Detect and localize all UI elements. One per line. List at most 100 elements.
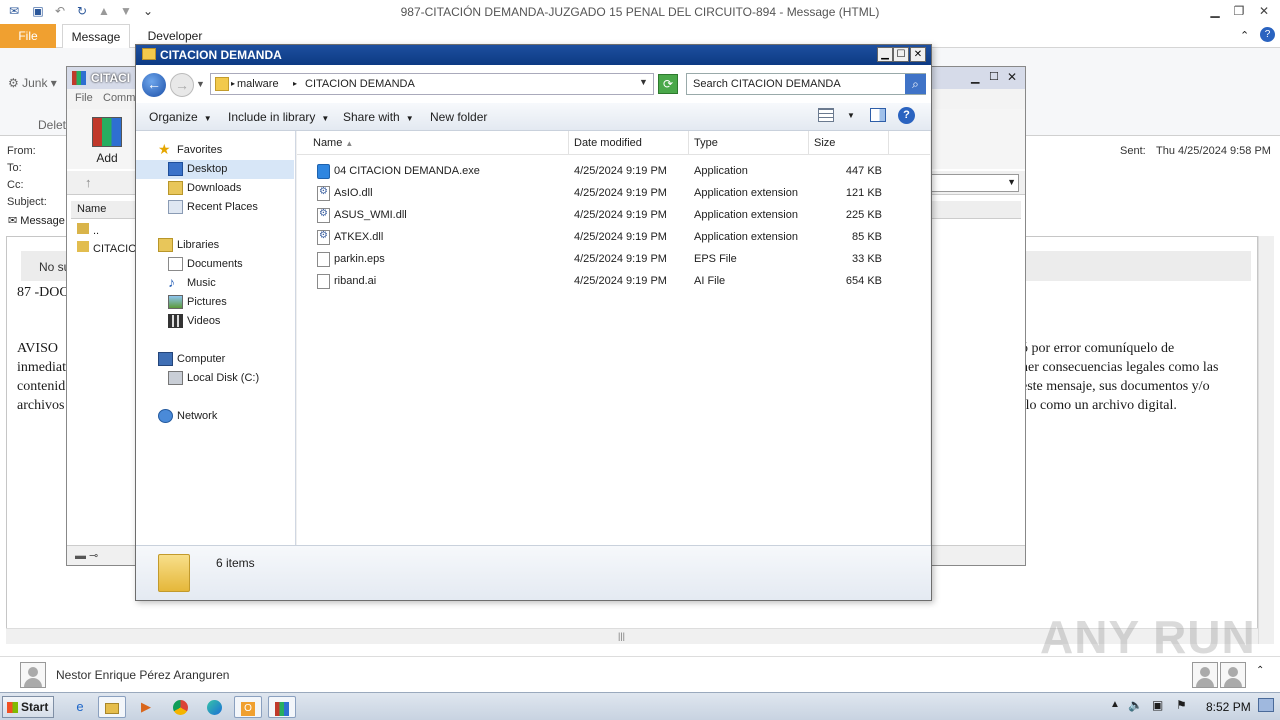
nav-documents[interactable]: Documents <box>136 255 294 274</box>
ie-icon[interactable]: e <box>66 696 94 718</box>
nav-favorites[interactable]: ★ Favorites <box>136 141 294 160</box>
minimize-button[interactable]: ▁ <box>877 47 893 62</box>
column-name[interactable]: Name <box>77 203 106 215</box>
nav-pictures[interactable]: Pictures <box>136 293 294 312</box>
file-row[interactable]: ATKEX.dll 4/25/2024 9:19 PM Application … <box>297 227 930 249</box>
preview-pane-icon[interactable] <box>870 108 886 122</box>
down-arrow-icon[interactable]: ▼ <box>118 3 134 19</box>
up-arrow-icon[interactable]: ▲ <box>96 3 112 19</box>
forward-button[interactable]: → <box>170 73 194 97</box>
file-row[interactable]: 04 CITACION DEMANDA.exe 4/25/2024 9:19 P… <box>297 161 930 183</box>
outlook-icon: O <box>241 701 255 716</box>
nav-local-disk[interactable]: Local Disk (C:) <box>136 369 294 388</box>
menu-commands[interactable]: Comm <box>103 92 135 104</box>
undo-icon[interactable]: ↶ <box>52 3 68 19</box>
nav-videos[interactable]: Videos <box>136 312 294 331</box>
organize-button[interactable]: Organize ▼ <box>149 110 212 124</box>
explorer-taskbar-icon[interactable] <box>98 696 126 718</box>
column-size[interactable]: Size <box>809 131 889 155</box>
nav-libraries[interactable]: Libraries <box>136 236 294 255</box>
search-input[interactable]: Search CITACION DEMANDA ⌕ <box>686 73 926 95</box>
history-dropdown-icon[interactable]: ▼ <box>196 79 205 89</box>
up-folder-icon[interactable]: ↑ <box>85 175 92 190</box>
speaker-icon[interactable]: 🔈 <box>1128 698 1143 712</box>
sender-name[interactable]: Nestor Enrique Pérez Aranguren <box>56 668 229 682</box>
maximize-button[interactable]: ❐ <box>1230 3 1248 19</box>
share-with-button[interactable]: Share with ▼ <box>343 110 414 124</box>
list-item[interactable]: .. <box>77 223 99 237</box>
show-desktop-icon[interactable] <box>1258 698 1274 712</box>
junk-button[interactable]: ⚙ Junk ▾ <box>8 76 57 90</box>
add-button[interactable]: Add <box>89 117 125 165</box>
view-options-icon[interactable] <box>818 108 834 122</box>
save-icon[interactable]: ▣ <box>30 3 46 19</box>
column-type[interactable]: Type <box>689 131 809 155</box>
tab-file[interactable]: File <box>0 24 56 48</box>
file-row[interactable]: riband.ai 4/25/2024 9:19 PM AI File 654 … <box>297 271 930 293</box>
collapse-ribbon-icon[interactable]: ⌃ <box>1240 29 1249 42</box>
junk-icon: ⚙ <box>8 76 19 90</box>
file-row[interactable]: AsIO.dll 4/25/2024 9:19 PM Application e… <box>297 183 930 205</box>
maximize-button[interactable]: ☐ <box>893 47 909 62</box>
file-row[interactable]: parkin.eps 4/25/2024 9:19 PM EPS File 33… <box>297 249 930 271</box>
breadcrumb-citacion-demanda[interactable]: CITACION DEMANDA <box>305 78 415 90</box>
search-icon[interactable]: ⌕ <box>905 74 926 94</box>
chrome-logo <box>172 700 188 716</box>
close-button[interactable]: ✕ <box>910 47 926 62</box>
menu-file[interactable]: File <box>75 92 93 104</box>
path-dropdown[interactable]: ▼ <box>929 174 1019 192</box>
customize-qat-icon[interactable]: ⌄ <box>140 3 156 19</box>
avatar[interactable] <box>1192 662 1218 688</box>
media-player-icon[interactable]: ▶ <box>132 696 160 718</box>
chevron-right-icon[interactable]: ▸ <box>293 79 297 88</box>
chevron-down-icon[interactable]: ▼ <box>639 77 648 87</box>
outlook-taskbar-icon[interactable]: O <box>234 696 262 718</box>
help-icon[interactable]: ? <box>1260 27 1275 42</box>
column-name[interactable]: Name ▲ <box>308 131 569 155</box>
refresh-button[interactable]: ⟳ <box>658 74 678 94</box>
nav-recent-places[interactable]: Recent Places <box>136 198 294 217</box>
edge-icon[interactable] <box>200 696 228 718</box>
chevron-right-icon[interactable]: ▸ <box>231 79 235 88</box>
list-item[interactable]: CITACIO <box>77 241 137 255</box>
share-label: Share with <box>343 110 400 124</box>
avatar[interactable] <box>1220 662 1246 688</box>
winrar-taskbar-icon[interactable] <box>268 696 296 718</box>
start-button[interactable]: Start <box>2 696 54 718</box>
maximize-button[interactable]: ☐ <box>989 70 999 83</box>
music-icon: ♪ <box>168 274 175 290</box>
vertical-scrollbar[interactable] <box>1258 236 1274 644</box>
nav-computer[interactable]: Computer <box>136 350 294 369</box>
include-in-library-button[interactable]: Include in library ▼ <box>228 110 329 124</box>
help-icon[interactable]: ? <box>898 107 915 124</box>
redo-icon[interactable]: ↻ <box>74 3 90 19</box>
nav-music[interactable]: ♪ Music <box>136 274 294 293</box>
minimize-button[interactable]: ▁ <box>1206 3 1224 19</box>
action-center-icon[interactable]: ⚑ <box>1176 698 1187 712</box>
body-line: inmediat <box>17 360 66 375</box>
file-size: 85 KB <box>852 231 882 243</box>
message-tab[interactable]: ✉ Message <box>8 214 65 227</box>
column-date[interactable]: Date modified <box>569 131 689 155</box>
avatar[interactable] <box>20 662 46 688</box>
clock[interactable]: 8:52 PM <box>1206 700 1251 714</box>
show-hidden-icons[interactable]: ▲ <box>1110 699 1120 710</box>
breadcrumb-malware[interactable]: malware <box>237 78 279 90</box>
file-size: 447 KB <box>845 165 882 177</box>
new-folder-button[interactable]: New folder <box>430 110 487 124</box>
file-row[interactable]: ASUS_WMI.dll 4/25/2024 9:19 PM Applicati… <box>297 205 930 227</box>
address-bar[interactable]: ▸ malware ▸ CITACION DEMANDA ▼ <box>210 73 654 95</box>
nav-desktop[interactable]: Desktop <box>136 160 294 179</box>
books-icon <box>92 117 122 147</box>
chrome-icon[interactable] <box>166 696 194 718</box>
nav-downloads[interactable]: Downloads <box>136 179 294 198</box>
tab-message[interactable]: Message <box>62 24 130 49</box>
chevron-down-icon[interactable]: ▼ <box>847 111 855 120</box>
close-button[interactable]: ✕ <box>1007 70 1017 84</box>
close-button[interactable]: ✕ <box>1255 3 1273 19</box>
nav-network[interactable]: Network <box>136 407 294 426</box>
back-button[interactable]: ← <box>142 73 166 97</box>
expand-people-icon[interactable]: ⌃ <box>1256 665 1264 676</box>
network-tray-icon[interactable]: ▣ <box>1152 698 1163 712</box>
minimize-button[interactable]: ▁ <box>971 71 979 84</box>
